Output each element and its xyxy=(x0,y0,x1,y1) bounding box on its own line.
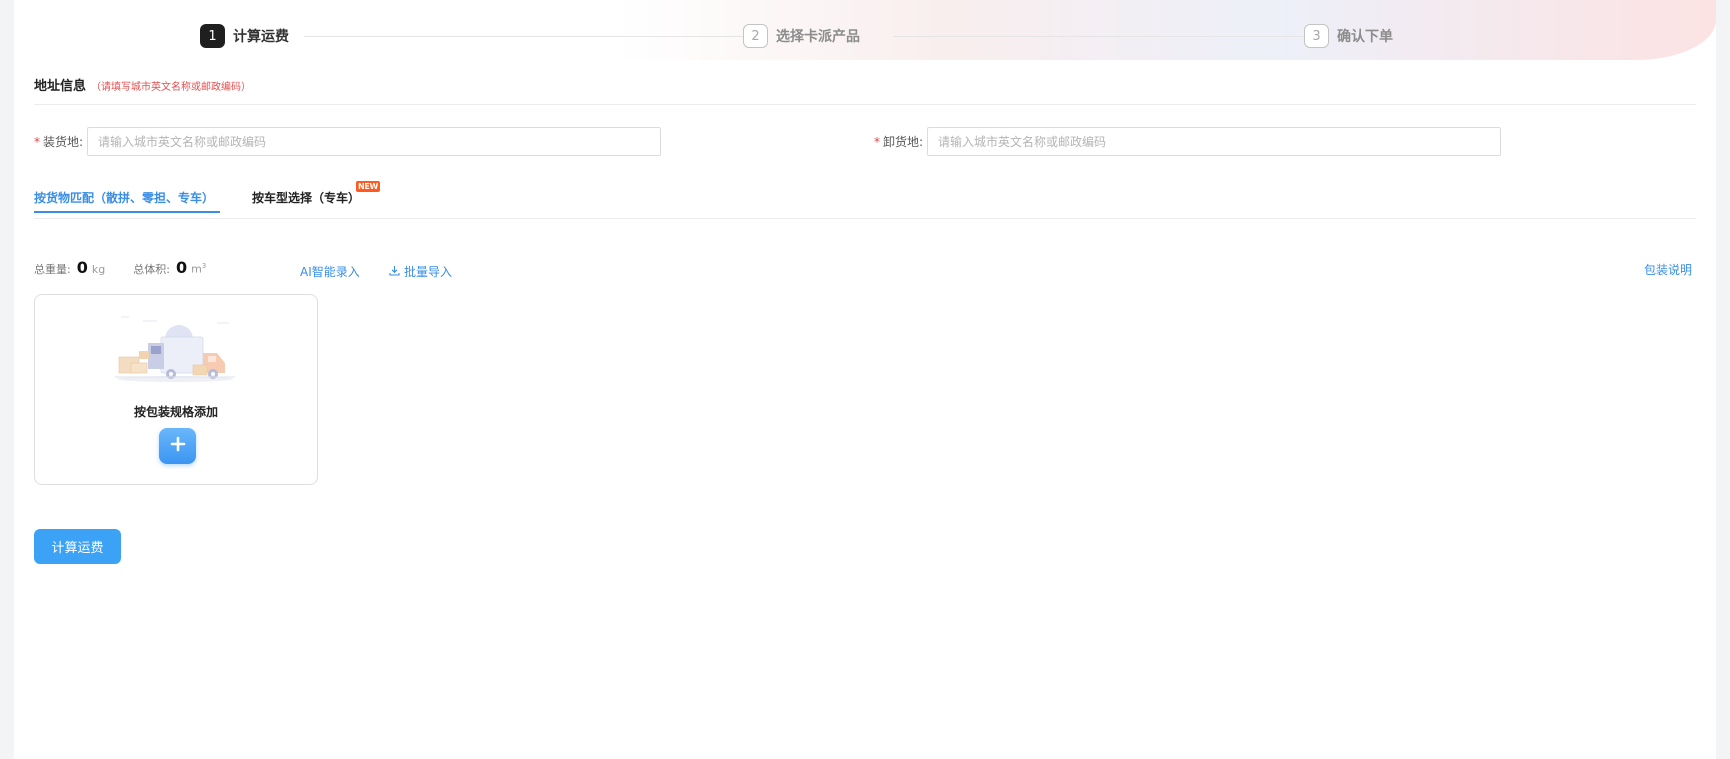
match-mode-tabs: 按货物匹配（散拼、零担、专车） 按车型选择（专车） NEW xyxy=(34,181,1696,219)
tab-label: 按货物匹配（散拼、零担、专车） xyxy=(34,191,215,205)
step-2-label: 选择卡派产品 xyxy=(776,29,860,45)
ai-entry-link[interactable]: AI智能录入 xyxy=(300,263,360,280)
required-mark: * xyxy=(34,134,40,149)
address-section-title: 地址信息 （请填写城市英文名称或邮政编码） xyxy=(34,75,251,94)
bulk-import-label: 批量导入 xyxy=(404,265,453,279)
add-package-button[interactable] xyxy=(159,428,196,464)
step-connector xyxy=(893,36,1305,37)
total-weight-unit: kg xyxy=(91,263,106,276)
destination-label: 卸货地: xyxy=(883,135,924,149)
download-icon xyxy=(389,265,404,279)
main-panel: 1 计算运费 2 选择卡派产品 3 确认下单 地址信息 （请填写城市英文名称或邮… xyxy=(14,0,1716,759)
truck-illustration xyxy=(113,313,237,385)
cargo-summary: 总重量: 0 kg 总体积: 0 m3 xyxy=(34,258,206,277)
calculate-freight-button[interactable]: 计算运费 xyxy=(34,529,121,564)
step-3: 3 确认下单 xyxy=(1304,24,1393,48)
address-title: 地址信息 xyxy=(34,79,87,94)
address-hint: （请填写城市英文名称或邮政编码） xyxy=(91,82,252,93)
step-indicator: 1 计算运费 2 选择卡派产品 3 确认下单 xyxy=(14,0,1716,72)
origin-input[interactable] xyxy=(88,134,661,149)
total-weight-label: 总重量: xyxy=(34,263,71,276)
required-mark: * xyxy=(874,134,880,149)
tab-match-by-cargo[interactable]: 按货物匹配（散拼、零担、专车） xyxy=(34,189,221,213)
total-volume-unit: m3 xyxy=(191,262,207,276)
step-3-number: 3 xyxy=(1304,24,1329,48)
step-1-number: 1 xyxy=(200,24,225,48)
ai-entry-label: AI智能录入 xyxy=(300,265,360,279)
card-title: 按包装规格添加 xyxy=(133,405,218,419)
origin-label: 装货地: xyxy=(43,135,84,149)
plus-icon xyxy=(170,436,186,456)
origin-input-box xyxy=(87,127,662,156)
origin-field: * 装货地: xyxy=(34,127,662,156)
bulk-import-link[interactable]: 批量导入 xyxy=(389,263,452,280)
new-badge: NEW xyxy=(356,181,381,192)
total-weight-value: 0 xyxy=(76,258,88,277)
step-2: 2 选择卡派产品 xyxy=(743,24,860,48)
tab-label: 按车型选择（专车） xyxy=(252,191,361,205)
destination-input[interactable] xyxy=(928,134,1501,149)
step-3-label: 确认下单 xyxy=(1337,29,1393,45)
section-divider xyxy=(34,104,1696,105)
step-connector xyxy=(304,36,746,37)
add-by-package-card[interactable]: 按包装规格添加 xyxy=(34,294,318,485)
step-2-number: 2 xyxy=(743,24,768,48)
packaging-info-label: 包装说明 xyxy=(1644,263,1693,277)
tab-select-by-vehicle[interactable]: 按车型选择（专车） NEW xyxy=(252,181,381,206)
step-1: 1 计算运费 xyxy=(200,24,289,48)
packaging-info-link[interactable]: 包装说明 xyxy=(1644,261,1692,278)
total-volume-value: 0 xyxy=(175,258,188,277)
destination-input-box xyxy=(927,127,1502,156)
total-volume-label: 总体积: xyxy=(133,263,170,276)
destination-field: * 卸货地: xyxy=(874,127,1502,156)
step-1-label: 计算运费 xyxy=(233,29,289,45)
